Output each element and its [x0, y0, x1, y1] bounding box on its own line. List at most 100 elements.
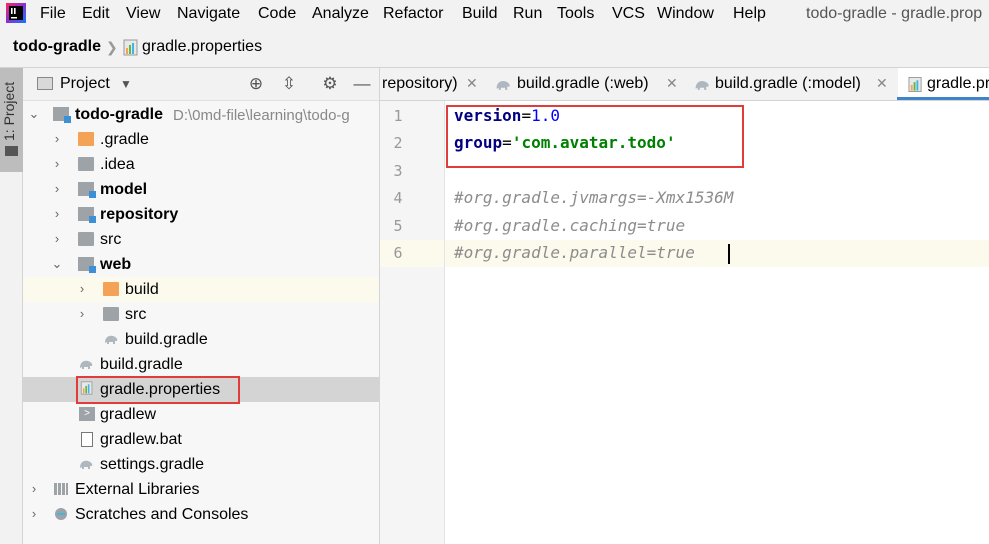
close-icon[interactable]: ✕: [666, 75, 678, 92]
chevron-right-icon[interactable]: ›: [76, 280, 88, 298]
tab-label: repository): [382, 75, 458, 92]
line-number: 5: [393, 217, 403, 235]
tree-item-web-build-gradle[interactable]: build.gradle: [23, 327, 379, 352]
project-view-selector[interactable]: Project: [60, 75, 110, 93]
chevron-down-icon[interactable]: ⌄: [28, 105, 40, 123]
comment: #org.gradle.parallel=true: [454, 243, 695, 262]
menu-file[interactable]: File: [40, 4, 66, 24]
tree-item-label: settings.gradle: [100, 456, 205, 473]
properties-file-icon: [908, 77, 922, 92]
highlight-box: [446, 105, 744, 168]
tree-item-scratches[interactable]: › Scratches and Consoles: [23, 502, 379, 527]
tree-item-web-src[interactable]: › src: [23, 302, 379, 327]
properties-file-icon: [123, 39, 138, 56]
menu-help[interactable]: Help: [733, 4, 766, 24]
line-number: 6: [393, 244, 403, 262]
code-line-5[interactable]: #org.gradle.caching=true: [454, 215, 685, 237]
menu-run[interactable]: Run: [513, 4, 542, 24]
tree-item-repository[interactable]: › repository: [23, 202, 379, 227]
tab-label: gradle.prop: [927, 75, 989, 92]
hide-panel-icon[interactable]: —: [351, 73, 373, 95]
tree-item-gradle-dir[interactable]: › .gradle: [23, 127, 379, 152]
tab-build-gradle-web[interactable]: build.gradle (:web) ✕: [488, 68, 686, 100]
project-panel-header: Project ▼ ⊕ ⇳ ⚙ —: [23, 68, 379, 101]
breadcrumb-project[interactable]: todo-gradle: [13, 38, 101, 56]
code-line-6[interactable]: #org.gradle.parallel=true: [454, 242, 695, 264]
chevron-right-icon[interactable]: ›: [28, 480, 40, 498]
tab-repository[interactable]: repository) ✕: [380, 68, 487, 100]
gear-icon[interactable]: ⚙: [319, 73, 341, 95]
chevron-right-icon[interactable]: ›: [51, 180, 63, 198]
menu-bar: File Edit View Navigate Code Analyze Ref…: [0, 0, 989, 28]
line-number: 3: [393, 162, 403, 180]
menu-code[interactable]: Code: [258, 4, 296, 24]
chevron-right-icon[interactable]: ›: [76, 305, 88, 323]
window-title: todo-gradle - gradle.prop: [806, 5, 983, 22]
tree-item-web-build[interactable]: › build: [23, 277, 379, 302]
code-line-4[interactable]: #org.gradle.jvmargs=-Xmx1536M: [454, 187, 733, 209]
chevron-down-icon[interactable]: ⌄: [51, 255, 63, 273]
line-number: 1: [393, 107, 403, 125]
tree-item-label: src: [100, 231, 122, 248]
folder-icon: [103, 307, 119, 321]
menu-edit[interactable]: Edit: [82, 4, 110, 24]
tree-item-model[interactable]: › model: [23, 177, 379, 202]
chevron-right-icon[interactable]: ›: [51, 130, 63, 148]
tree-item-settings-gradle[interactable]: settings.gradle: [23, 452, 379, 477]
gradle-elephant-icon: [105, 335, 118, 344]
locate-file-icon[interactable]: ⊕: [245, 73, 267, 95]
text-caret: [728, 244, 730, 264]
tree-item-label: .gradle: [100, 131, 149, 148]
gradle-elephant-icon: [80, 460, 93, 469]
tree-item-label: External Libraries: [75, 481, 200, 498]
active-tab-indicator: [897, 97, 989, 100]
tree-item-todo-gradle[interactable]: ⌄ todo-gradle D:\0md-file\learning\todo-…: [23, 102, 379, 127]
chevron-right-icon[interactable]: ›: [51, 230, 63, 248]
menu-build[interactable]: Build: [462, 4, 498, 24]
libraries-icon: [54, 483, 68, 495]
folder-orange-icon: [103, 282, 119, 296]
folder-icon: [78, 157, 94, 171]
text-file-icon: [81, 432, 93, 447]
chevron-right-icon[interactable]: ›: [51, 155, 63, 173]
tab-gradle-properties[interactable]: gradle.prop: [898, 68, 989, 100]
tree-item-label: build: [125, 281, 159, 298]
menu-analyze[interactable]: Analyze: [312, 4, 369, 24]
tree-item-src[interactable]: › src: [23, 227, 379, 252]
tree-item-label: model: [100, 181, 148, 198]
project-panel: Project ▼ ⊕ ⇳ ⚙ — ⌄ todo-gradle D:\0md-f…: [23, 68, 380, 544]
menu-view[interactable]: View: [126, 4, 160, 24]
chevron-down-icon[interactable]: ▼: [120, 77, 132, 91]
tree-item-label: gradlew.bat: [100, 431, 182, 448]
shell-script-icon: >: [79, 407, 95, 421]
tree-item-gradlew[interactable]: > gradlew: [23, 402, 379, 427]
tree-item-build-gradle[interactable]: build.gradle: [23, 352, 379, 377]
tree-item-label: src: [125, 306, 147, 323]
tree-item-external-libraries[interactable]: › External Libraries: [23, 477, 379, 502]
tree-item-web[interactable]: ⌄ web: [23, 252, 379, 277]
tree-item-gradlew-bat[interactable]: gradlew.bat: [23, 427, 379, 452]
tree-item-label: repository: [100, 206, 179, 223]
project-tool-window-label: 1: Project: [1, 81, 17, 141]
tree-item-idea[interactable]: › .idea: [23, 152, 379, 177]
collapse-all-icon[interactable]: ⇳: [278, 73, 300, 95]
module-folder-icon: [78, 182, 96, 198]
breadcrumb-file[interactable]: gradle.properties: [142, 38, 262, 56]
highlight-box: [76, 376, 240, 404]
menu-refactor[interactable]: Refactor: [383, 4, 443, 24]
folder-orange-icon: [78, 132, 94, 146]
chevron-right-icon[interactable]: ›: [51, 205, 63, 223]
project-tool-window-button[interactable]: 1: Project: [0, 68, 23, 172]
menu-navigate[interactable]: Navigate: [177, 4, 240, 24]
close-icon[interactable]: ✕: [876, 75, 888, 92]
tree-item-label: build.gradle: [100, 356, 183, 373]
code-editor[interactable]: version=1.0 group='com.avatar.todo' #org…: [445, 101, 989, 544]
menu-tools[interactable]: Tools: [557, 4, 594, 24]
chevron-right-icon[interactable]: ›: [28, 505, 40, 523]
close-icon[interactable]: ✕: [466, 75, 478, 92]
menu-window[interactable]: Window: [657, 4, 714, 24]
gradle-elephant-icon: [80, 360, 93, 369]
tab-build-gradle-model[interactable]: build.gradle (:model) ✕: [688, 68, 896, 100]
tool-window-stripe: 1: Project: [0, 68, 23, 544]
menu-vcs[interactable]: VCS: [612, 4, 645, 24]
